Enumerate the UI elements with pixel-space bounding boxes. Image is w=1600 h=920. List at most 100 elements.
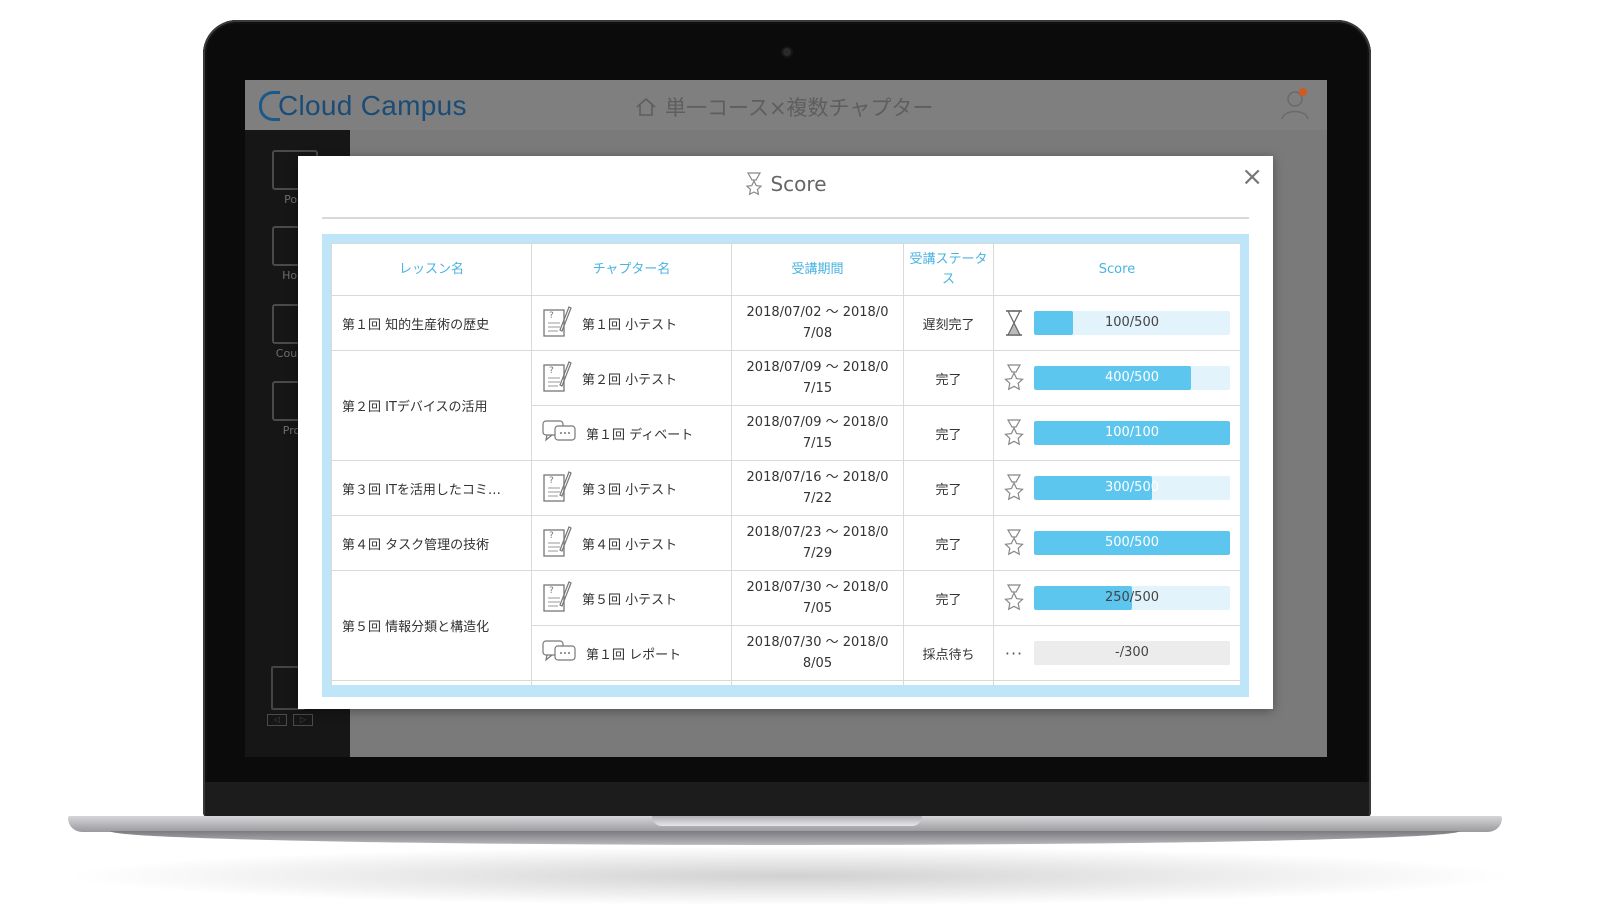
chapter-cell[interactable] [531,680,732,685]
chapter-name: 第５回 小テスト [582,592,678,608]
ellipsis-icon: ··· [1004,643,1024,663]
webcam [783,48,791,56]
score-value: 250/500 [1104,590,1159,605]
period-start: 2018/07/30 ～ 2018/0 [746,580,889,595]
chapter-name: 第１回 レポート [586,647,682,663]
quiz-icon: ? [542,304,572,342]
quiz-icon: ? [542,524,572,562]
score-cell: 500/500 [993,515,1240,571]
col-header-period[interactable]: 受講期間 [731,243,904,296]
score-progress-bar: 250/500 [1034,586,1230,610]
chapter-cell[interactable]: ? 第３回 小テスト [531,460,732,516]
notification-badge [1299,88,1307,96]
col-header-score[interactable]: Score [993,243,1240,296]
medal-icon [1002,473,1026,503]
status-cell [903,680,994,685]
table-row: 2018/08/13 ～ 2018/0 [331,680,1240,685]
status-cell: 完了 [903,350,994,406]
lesson-cell[interactable]: 第５回 情報分類と構造化 [331,570,532,681]
prev-arrow-icon[interactable]: ◁ [267,714,287,726]
period-start: 2018/07/09 ～ 2018/0 [746,360,889,375]
period-end: 7/29 [802,546,833,561]
modal-title: Score [298,172,1273,196]
chapter-cell[interactable]: ? 第４回 小テスト [531,515,732,571]
lesson-cell[interactable]: 第１回 知的生産術の歴史 [331,295,532,351]
period-start: 2018/07/30 ～ 2018/0 [746,635,889,650]
period-cell: 2018/07/09 ～ 2018/0 7/15 [731,405,904,461]
status-cell: 完了 [903,570,994,626]
col-header-chapter[interactable]: チャプター名 [531,243,732,296]
status-text: 完了 [935,482,962,498]
chapter-cell[interactable]: ? 第１回 小テスト [531,295,732,351]
brand-logo[interactable]: Cloud Campus [259,86,467,126]
lesson-name: 第５回 情報分類と構造化 [342,620,490,635]
medal-icon [746,172,763,196]
chapter-name: 第４回 小テスト [582,537,678,553]
status-cell: 完了 [903,515,994,571]
chapter-cell[interactable]: 第１回 レポート [531,625,732,681]
chat-icon [542,638,576,668]
period-end: 7/05 [802,601,833,616]
period-cell: 2018/07/30 ～ 2018/0 8/05 [731,625,904,681]
chapter-cell[interactable]: 第１回 ディベート [531,405,732,461]
svg-text:?: ? [549,586,554,596]
score-progress-bar: 100/500 [1034,311,1230,335]
laptop-hinge-notch [652,816,922,826]
hourglass-icon [1002,308,1026,338]
user-avatar-icon[interactable] [1277,86,1313,122]
medal-icon [1002,363,1026,393]
col-header-lesson[interactable]: レッスン名 [331,243,532,296]
period-cell: 2018/07/02 ～ 2018/0 7/08 [731,295,904,351]
lesson-cell[interactable]: 第２回 ITデバイスの活用 [331,350,532,461]
score-value: 500/500 [1104,535,1159,550]
period-start: 2018/07/02 ～ 2018/0 [746,305,889,320]
period-end: 7/08 [802,326,833,341]
app-header: Cloud Campus 単一コース×複数チャプター [245,80,1327,131]
score-progress-bar: 400/500 [1034,366,1230,390]
chapter-name: 第１回 ディベート [586,427,694,443]
score-cell [993,680,1240,685]
svg-text:?: ? [549,366,554,376]
course-title: 単一コース×複数チャプター [635,92,933,122]
score-table: レッスン名 チャプター名 受講期間 受講ステータス Score 第１回 知的生産… [331,243,1240,685]
home-icon[interactable] [635,97,657,117]
period-cell: 2018/07/16 ～ 2018/0 7/22 [731,460,904,516]
status-text: 完了 [935,427,962,443]
cloud-logo-icon [259,91,280,121]
score-value: 100/100 [1104,425,1159,440]
score-progress-bar: 500/500 [1034,531,1230,555]
lesson-name: 第３回 ITを活用したコミ… [342,482,501,498]
period-cell: 2018/07/09 ～ 2018/0 7/15 [731,350,904,406]
quiz-icon: ? [542,469,572,507]
score-cell: 250/500 [993,570,1240,626]
col-header-status[interactable]: 受講ステータス [903,243,994,296]
status-cell: 完了 [903,405,994,461]
score-modal: × Score レッスン名 チャプター名 受講期間 受講ステータス Score [298,156,1273,709]
svg-text:?: ? [549,311,554,321]
period-start: 2018/07/23 ～ 2018/0 [746,525,889,540]
lesson-cell[interactable]: 第４回 タスク管理の技術 [331,515,532,571]
score-cell: 100/100 [993,405,1240,461]
lesson-cell[interactable]: 第３回 ITを活用したコミ… [331,460,532,516]
table-row: 第４回 タスク管理の技術? 第４回 小テスト 2018/07/23 ～ 2018/0… [331,515,1240,571]
lesson-cell[interactable] [331,680,532,685]
lesson-name: 第４回 タスク管理の技術 [342,537,490,553]
chapter-cell[interactable]: ? 第２回 小テスト [531,350,732,406]
score-cell: 100/500 [993,295,1240,351]
status-text: 完了 [935,372,962,388]
period-end: 7/22 [802,491,833,506]
medal-icon [1002,528,1026,558]
score-progress-bar: 300/500 [1034,476,1230,500]
quiz-icon: ? [542,579,572,617]
status-text: 完了 [935,592,962,608]
period-cell: 2018/07/23 ～ 2018/0 7/29 [731,515,904,571]
divider [322,217,1249,219]
score-cell: 300/500 [993,460,1240,516]
score-progress-bar: -/300 [1034,641,1230,665]
chapter-cell[interactable]: ? 第５回 小テスト [531,570,732,626]
score-table-frame: レッスン名 チャプター名 受講期間 受講ステータス Score 第１回 知的生産… [322,234,1249,697]
score-value: -/300 [1115,645,1149,660]
score-table-viewport[interactable]: レッスン名 チャプター名 受講期間 受講ステータス Score 第１回 知的生産… [331,243,1240,685]
laptop-bezel-bottom [205,782,1369,818]
next-arrow-icon[interactable]: ▷ [293,714,313,726]
